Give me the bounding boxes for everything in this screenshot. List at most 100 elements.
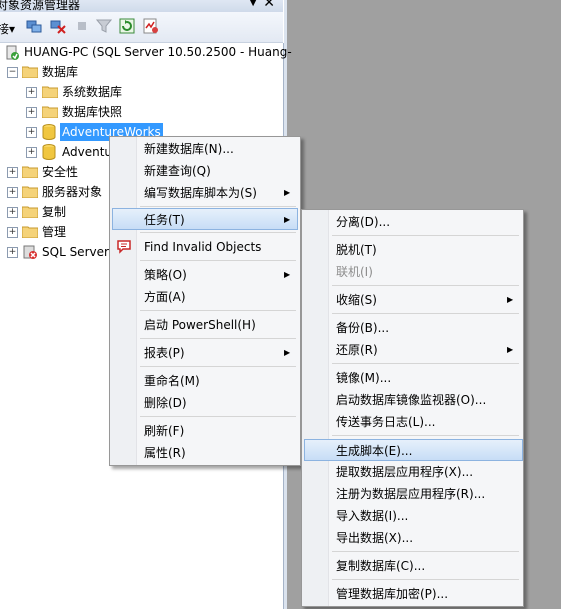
- menu-item-tasks[interactable]: 任务(T) ▶: [112, 208, 298, 230]
- menu-item-label: 方面(A): [144, 290, 186, 304]
- expand-icon[interactable]: +: [26, 107, 37, 118]
- menu-item-label: 删除(D): [144, 396, 187, 410]
- tree-label: 服务器对象: [42, 185, 103, 199]
- menu-separator: [332, 579, 519, 580]
- menu-separator: [140, 310, 296, 311]
- menu-item-new-query[interactable]: 新建查询(Q): [112, 160, 298, 182]
- menu-item-label: 管理数据库加密(P)...: [336, 587, 449, 601]
- tree-node-database-snapshots[interactable]: + 数据库快照: [0, 103, 200, 121]
- menu-separator: [332, 551, 519, 552]
- menu-separator: [140, 338, 296, 339]
- menu-item-label: 收缩(S): [336, 293, 377, 307]
- menu-item-label: 分离(D)...: [336, 215, 391, 229]
- menu-item-detach[interactable]: 分离(D)...: [304, 211, 521, 233]
- activity-monitor-icon[interactable]: [143, 18, 159, 34]
- menu-item-copy-database[interactable]: 复制数据库(C)...: [304, 555, 521, 577]
- expand-icon[interactable]: +: [7, 227, 18, 238]
- tree-node-system-databases[interactable]: + 系统数据库: [0, 83, 200, 101]
- menu-separator: [140, 206, 296, 207]
- folder-icon: [42, 106, 58, 118]
- menu-separator: [140, 366, 296, 367]
- menu-item-label: 镜像(M)...: [336, 371, 392, 385]
- menu-item-backup[interactable]: 备份(B)...: [304, 317, 521, 339]
- folder-icon: [22, 206, 38, 218]
- menu-item-reports[interactable]: 报表(P) ▶: [112, 342, 298, 364]
- menu-item-label: 刷新(F): [144, 424, 185, 438]
- tree-node-databases[interactable]: − 数据库: [0, 63, 200, 81]
- filter-icon[interactable]: [96, 18, 112, 34]
- menu-item-generate-scripts[interactable]: 生成脚本(E)...: [304, 439, 523, 461]
- submenu-arrow-icon: ▶: [284, 215, 291, 224]
- expand-icon[interactable]: +: [7, 187, 18, 198]
- menu-item-label: 导入数据(I)...: [336, 509, 409, 523]
- menu-item-label: 策略(O): [144, 268, 187, 282]
- menu-item-policies[interactable]: 策略(O) ▶: [112, 264, 298, 286]
- menu-item-properties[interactable]: 属性(R): [112, 442, 298, 464]
- menu-item-label: 新建数据库(N)...: [144, 142, 234, 156]
- menu-item-label: 任务(T): [144, 213, 185, 227]
- refresh-icon[interactable]: [119, 18, 135, 34]
- menu-item-extract-data-tier-app[interactable]: 提取数据层应用程序(X)...: [304, 461, 521, 483]
- tree-label: 数据库快照: [62, 105, 123, 119]
- menu-item-label: 传送事务日志(L)...: [336, 415, 436, 429]
- expand-icon[interactable]: +: [26, 127, 37, 138]
- menu-item-refresh[interactable]: 刷新(F): [112, 420, 298, 442]
- menu-item-mirror[interactable]: 镜像(M)...: [304, 367, 521, 389]
- menu-item-label: 复制数据库(C)...: [336, 559, 426, 573]
- menu-item-new-database[interactable]: 新建数据库(N)...: [112, 138, 298, 160]
- expand-icon[interactable]: +: [7, 167, 18, 178]
- database-icon: [42, 124, 56, 140]
- connect-icon[interactable]: [26, 18, 42, 34]
- server-label: HUANG-PC (SQL Server 10.50.2500 - Huang-: [24, 45, 292, 59]
- menu-item-label: Find Invalid Objects: [144, 240, 262, 254]
- pin-dropdown-icon[interactable]: ▼: [249, 0, 257, 8]
- close-icon[interactable]: ✕: [263, 0, 275, 11]
- tasks-submenu: 分离(D)... 脱机(T) 联机(I) 收缩(S) ▶ 备份(B)... 还原(…: [301, 209, 524, 607]
- connect-dropdown[interactable]: 接▾: [0, 20, 15, 36]
- menu-item-label: 新建查询(Q): [144, 164, 211, 178]
- menu-item-import-data[interactable]: 导入数据(I)...: [304, 505, 521, 527]
- menu-item-shrink[interactable]: 收缩(S) ▶: [304, 289, 521, 311]
- menu-item-take-offline[interactable]: 脱机(T): [304, 239, 521, 261]
- agent-icon: [23, 245, 37, 259]
- expand-icon[interactable]: +: [7, 207, 18, 218]
- menu-item-label: 属性(R): [144, 446, 186, 460]
- menu-item-ship-transaction-logs[interactable]: 传送事务日志(L)...: [304, 411, 521, 433]
- expand-icon[interactable]: +: [7, 247, 18, 258]
- menu-separator: [332, 285, 519, 286]
- menu-item-manage-database-encryption[interactable]: 管理数据库加密(P)...: [304, 583, 521, 605]
- menu-item-label: 脱机(T): [336, 243, 377, 257]
- expand-icon[interactable]: +: [26, 87, 37, 98]
- folder-icon: [22, 226, 38, 238]
- menu-item-bring-online: 联机(I): [304, 261, 521, 283]
- menu-item-label: 报表(P): [144, 346, 185, 360]
- menu-item-label: 还原(R): [336, 343, 378, 357]
- menu-item-start-powershell[interactable]: 启动 PowerShell(H): [112, 314, 298, 336]
- menu-separator: [332, 363, 519, 364]
- server-icon: [6, 45, 19, 60]
- menu-item-script-database-as[interactable]: 编写数据库脚本为(S) ▶: [112, 182, 298, 204]
- menu-item-delete[interactable]: 删除(D): [112, 392, 298, 414]
- menu-item-label: 提取数据层应用程序(X)...: [336, 465, 474, 479]
- tree-label: 系统数据库: [62, 85, 123, 99]
- expand-icon[interactable]: +: [26, 147, 37, 158]
- menu-item-find-invalid-objects[interactable]: Find Invalid Objects: [112, 236, 298, 258]
- tree-label: Adventu: [62, 145, 113, 159]
- tree-label: 安全性: [42, 165, 79, 179]
- menu-item-restore[interactable]: 还原(R) ▶: [304, 339, 521, 361]
- tree-label: 数据库: [42, 65, 79, 79]
- folder-icon: [22, 166, 38, 178]
- menu-item-register-data-tier-app[interactable]: 注册为数据层应用程序(R)...: [304, 483, 521, 505]
- submenu-arrow-icon: ▶: [507, 345, 514, 354]
- collapse-icon[interactable]: −: [7, 67, 18, 78]
- menu-item-export-data[interactable]: 导出数据(X)...: [304, 527, 521, 549]
- menu-item-label: 备份(B)...: [336, 321, 390, 335]
- menu-item-facets[interactable]: 方面(A): [112, 286, 298, 308]
- menu-item-launch-mirroring-monitor[interactable]: 启动数据库镜像监视器(O)...: [304, 389, 521, 411]
- database-context-menu: 新建数据库(N)... 新建查询(Q) 编写数据库脚本为(S) ▶ 任务(T) ▶ …: [109, 136, 301, 466]
- submenu-arrow-icon: ▶: [507, 295, 514, 304]
- explorer-toolbar: 接▾: [0, 12, 283, 43]
- menu-item-rename[interactable]: 重命名(M): [112, 370, 298, 392]
- disconnect-icon[interactable]: [50, 18, 66, 34]
- menu-separator: [140, 232, 296, 233]
